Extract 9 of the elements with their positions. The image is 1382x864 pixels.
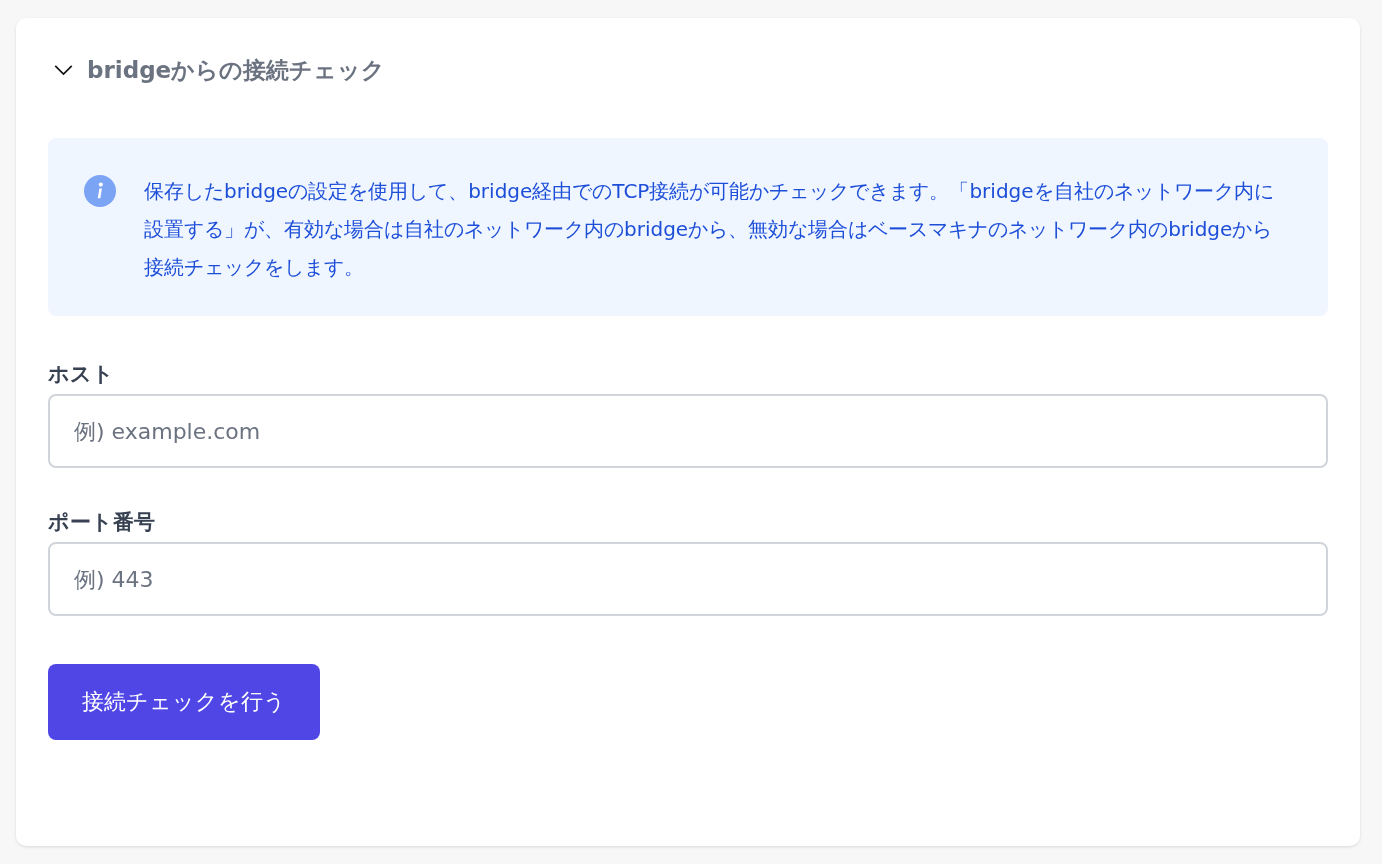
field-label: ポート番号 (48, 509, 156, 536)
info-icon (84, 175, 116, 207)
chevron-icon[interactable] (54, 64, 73, 76)
section-title[interactable]: bridgeからの接続チェック (87, 54, 386, 86)
input-field[interactable]: 例) example.com (48, 394, 1328, 468)
field-label: ホスト (48, 361, 115, 388)
check-button[interactable]: 接続チェックを行う (48, 664, 320, 740)
input-field[interactable]: 例) 443 (48, 542, 1328, 616)
info-text: 保存したbridgeの設定を使用して、bridge経由でのTCP接続が可能かチェックできます。「bridgeを自社のネットワーク内に設置する」が、有効な場合は自社のネットワーク内のbridgeから、無効な場合はベースマキナのネットワーク内のbridgeから接続チェックをします。 (144, 178, 1275, 281)
